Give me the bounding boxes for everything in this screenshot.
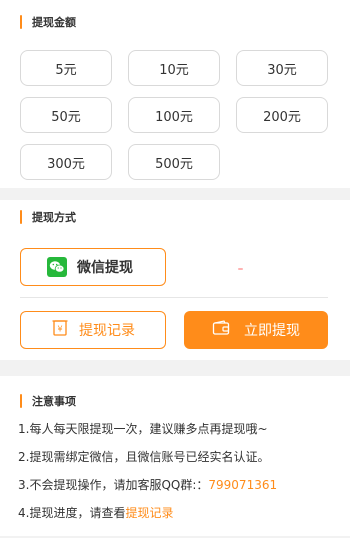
note-item-3-text: 3.不会提现操作，请加客服QQ群:：	[18, 478, 209, 492]
note-item-4-text: 4.提现进度，请查看	[18, 506, 126, 520]
section-accent-bar	[20, 394, 22, 408]
amount-option-50[interactable]: 50元	[20, 97, 112, 133]
notes-section-title: 注意事项	[20, 393, 76, 409]
section-accent-bar	[20, 15, 22, 29]
amount-section-title-text: 提现金额	[32, 16, 76, 29]
withdraw-record-button[interactable]: ¥ 提现记录	[20, 311, 166, 349]
wallet-icon	[212, 320, 230, 340]
withdraw-record-label: 提现记录	[79, 323, 135, 339]
amount-section-title: 提现金额	[20, 14, 76, 30]
amount-card: 提现金额 5元 10元 30元 50元 100元 200元 300元 500元	[0, 0, 350, 188]
wechat-method-label: 微信提现	[77, 260, 133, 276]
wechat-method-button[interactable]: 微信提现	[20, 248, 166, 286]
decorative-dot	[238, 268, 243, 270]
section-accent-bar	[20, 210, 22, 224]
method-card: 提现方式 微信提现 ¥ 提现记录 立即提现	[0, 200, 350, 360]
withdraw-record-link[interactable]: 提现记录	[125, 506, 173, 520]
amount-option-30[interactable]: 30元	[236, 50, 328, 86]
withdraw-now-button[interactable]: 立即提现	[184, 311, 328, 349]
amount-option-5[interactable]: 5元	[20, 50, 112, 86]
amount-option-300[interactable]: 300元	[20, 144, 112, 180]
amount-option-10[interactable]: 10元	[128, 50, 220, 86]
notes-card: 注意事项 1.每人每天限提现一次，建议赚多点再提现哦~ 2.提现需绑定微信，且微…	[0, 376, 350, 536]
note-item-2: 2.提现需绑定微信，且微信账号已经实名认证。	[18, 450, 270, 464]
note-item-3: 3.不会提现操作，请加客服QQ群:：799071361	[18, 476, 277, 493]
note-item-1: 1.每人每天限提现一次，建议赚多点再提现哦~	[18, 422, 268, 436]
svg-text:¥: ¥	[57, 325, 62, 334]
method-section-title-text: 提现方式	[32, 211, 76, 224]
amount-option-500[interactable]: 500元	[128, 144, 220, 180]
wechat-icon	[47, 257, 67, 277]
receipt-icon: ¥	[51, 319, 69, 341]
divider	[20, 297, 328, 298]
notes-section-title-text: 注意事项	[32, 395, 76, 408]
amount-option-200[interactable]: 200元	[236, 97, 328, 133]
qq-group-number[interactable]: 799071361	[208, 478, 277, 492]
withdraw-now-label: 立即提现	[244, 323, 300, 339]
amount-option-100[interactable]: 100元	[128, 97, 220, 133]
method-section-title: 提现方式	[20, 209, 76, 225]
note-item-4: 4.提现进度，请查看提现记录	[18, 504, 173, 521]
